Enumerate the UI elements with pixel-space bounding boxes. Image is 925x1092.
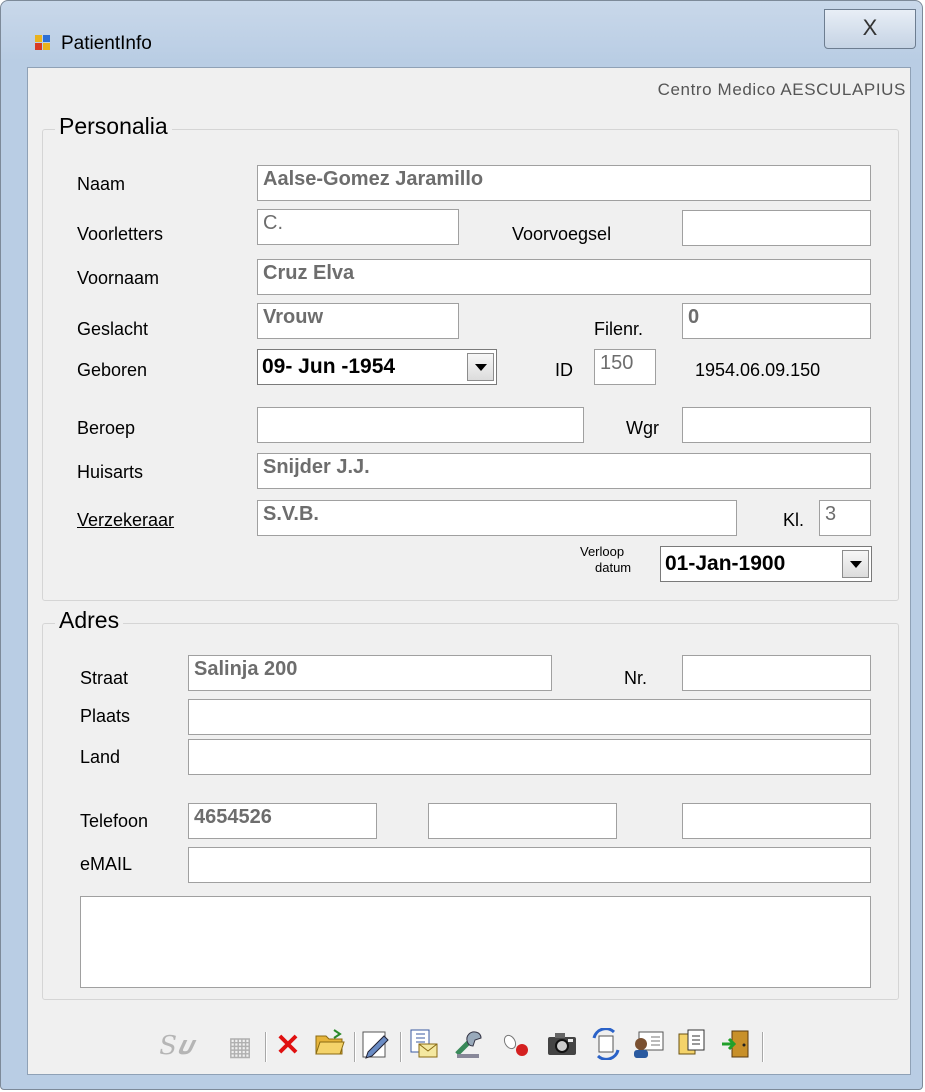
id-label: ID xyxy=(555,360,573,380)
telefoon-field-1[interactable]: 4654526 xyxy=(188,803,377,839)
verzekeraar-link[interactable]: Verzekeraar xyxy=(77,510,174,531)
close-icon: X xyxy=(862,15,878,40)
wgr-label: Wgr xyxy=(626,418,659,438)
voorletters-field[interactable]: C. xyxy=(257,209,459,245)
camera-icon[interactable] xyxy=(544,1028,580,1064)
dropdown-arrow-icon[interactable] xyxy=(467,353,494,381)
contact-card-icon[interactable] xyxy=(630,1028,666,1064)
beroep-label: Beroep xyxy=(77,418,136,438)
telefoon-label: Telefoon xyxy=(80,811,149,831)
beroep-field[interactable] xyxy=(257,407,584,443)
plaats-label: Plaats xyxy=(80,706,131,726)
land-label: Land xyxy=(80,747,121,767)
edit-icon[interactable] xyxy=(358,1028,394,1064)
id-field[interactable]: 150 xyxy=(594,349,656,385)
sync-icon[interactable] xyxy=(588,1027,624,1064)
huisarts-label: Huisarts xyxy=(77,462,144,482)
voorvoegsel-label: Voorvoegsel xyxy=(512,224,612,244)
verloop-date-picker[interactable]: 01-Jan-1900 xyxy=(660,546,872,582)
straat-field[interactable]: Salinja 200 xyxy=(188,655,552,691)
geboren-date-picker[interactable]: 09- Jun -1954 xyxy=(257,349,497,385)
pills-icon[interactable] xyxy=(498,1028,534,1064)
filenr-label: Filenr. xyxy=(594,319,644,339)
dropdown-arrow-icon[interactable] xyxy=(842,550,869,578)
notes-textarea[interactable] xyxy=(80,896,871,988)
telefoon-field-2[interactable] xyxy=(428,803,617,839)
nr-field[interactable] xyxy=(682,655,871,691)
calculator-icon[interactable]: ▦ xyxy=(222,1028,258,1064)
wgr-field[interactable] xyxy=(682,407,871,443)
title-bar[interactable]: PatientInfo X xyxy=(1,1,922,67)
close-button[interactable]: X xyxy=(824,9,916,49)
voorvoegsel-field[interactable] xyxy=(682,210,871,246)
toolbar-separator xyxy=(762,1032,764,1062)
verloop-label-line1: Verloop xyxy=(580,544,625,559)
email-field[interactable] xyxy=(188,847,871,883)
geslacht-field[interactable]: Vrouw xyxy=(257,303,459,339)
open-folder-icon[interactable] xyxy=(312,1028,348,1064)
toolbar-separator xyxy=(265,1032,267,1062)
client-area: Centro Medico AESCULAPIUS Personalia Naa… xyxy=(27,67,911,1075)
straat-label: Straat xyxy=(80,668,129,688)
filenr-field[interactable]: 0 xyxy=(682,303,871,339)
geslacht-label: Geslacht xyxy=(77,319,149,339)
patientinfo-window: PatientInfo X Centro Medico AESCULAPIUS … xyxy=(0,0,923,1090)
adres-title: Adres xyxy=(55,607,124,634)
window-title: PatientInfo xyxy=(61,33,152,54)
nr-label: Nr. xyxy=(624,668,648,688)
land-field[interactable] xyxy=(188,739,871,775)
telefoon-field-3[interactable] xyxy=(682,803,871,839)
toolbar-separator xyxy=(354,1032,356,1062)
exit-icon[interactable] xyxy=(718,1028,754,1064)
voorletters-label: Voorletters xyxy=(77,224,164,244)
search-icon[interactable]: S𝝊 xyxy=(158,1028,194,1064)
patient-code: 1954.06.09.150 xyxy=(695,360,821,380)
app-icon xyxy=(35,35,51,51)
verloop-value: 01-Jan-1900 xyxy=(665,552,786,575)
naam-label: Naam xyxy=(77,174,126,194)
klasse-field[interactable]: 3 xyxy=(819,500,871,536)
plaats-field[interactable] xyxy=(188,699,871,735)
voornaam-label: Voornaam xyxy=(77,268,160,288)
toolbar-separator xyxy=(400,1032,402,1062)
bottom-toolbar: S𝝊 ▦ ✕ xyxy=(158,1027,908,1068)
geboren-value: 09- Jun -1954 xyxy=(262,355,396,378)
email-label: eMAIL xyxy=(80,854,133,874)
delete-icon[interactable]: ✕ xyxy=(270,1028,306,1064)
klasse-label: Kl. xyxy=(783,510,805,530)
personalia-title: Personalia xyxy=(55,113,172,140)
clinic-name: Centro Medico AESCULAPIUS xyxy=(657,80,906,99)
verloop-label-line2: datum xyxy=(595,560,632,575)
geboren-label: Geboren xyxy=(77,360,148,380)
tools-icon[interactable] xyxy=(452,1028,488,1064)
verzekeraar-field[interactable]: S.V.B. xyxy=(257,500,737,536)
copy-icon[interactable] xyxy=(674,1028,710,1064)
mail-document-icon[interactable] xyxy=(406,1028,442,1064)
voornaam-field[interactable]: Cruz Elva xyxy=(257,259,871,295)
naam-field[interactable]: Aalse-Gomez Jaramillo xyxy=(257,165,871,201)
huisarts-field[interactable]: Snijder J.J. xyxy=(257,453,871,489)
